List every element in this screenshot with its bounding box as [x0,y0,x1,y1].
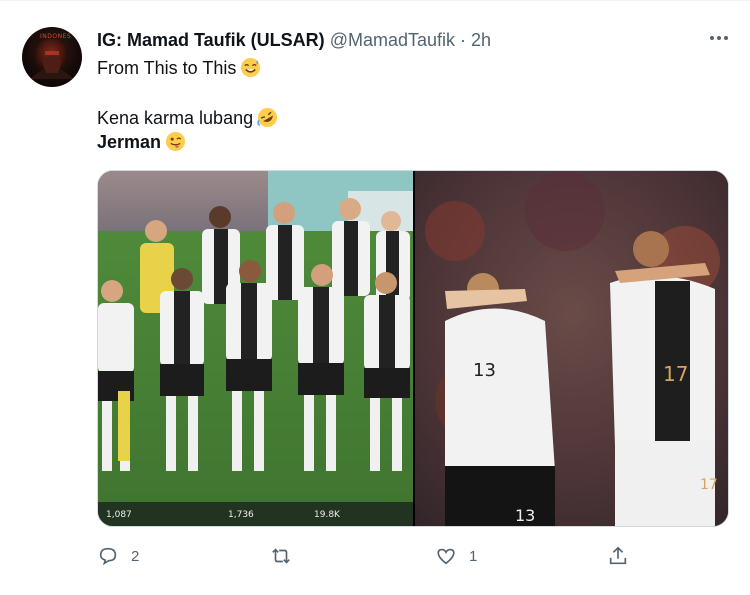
separator-dot: · [460,30,467,50]
avatar[interactable]: INDONES [22,27,82,87]
reply-button[interactable]: 2 [97,543,139,569]
tweet-actions: 2 1 [0,543,750,569]
reply-count: 2 [131,547,140,565]
svg-text:13: 13 [515,506,535,525]
players-photo-art: 13 13 17 17 [415,171,728,526]
share-button[interactable] [607,543,629,569]
team-photo-art [98,171,413,526]
embedded-reply-count: 1,087 [106,510,132,520]
wink-tongue-emoji-icon [166,131,186,152]
embedded-stats-bar: 1,087 1,736 19.8K [98,502,413,526]
tweet-text-line-1: From This to This [97,57,261,79]
tweet-line-text: Jerman [97,132,162,152]
retweet-button[interactable] [270,543,304,569]
tweet-header: IG: Mamad Taufik (ULSAR) @MamadTaufik · … [97,29,491,51]
more-dots-icon [710,36,728,40]
heart-icon [437,548,455,565]
tweet-card[interactable]: INDONES IG: Mamad Taufik (ULSAR) @MamadT… [0,0,750,595]
tweet-text-line-2: Kena karma lubang [97,107,278,129]
team-photo[interactable]: 1,087 1,736 19.8K [98,171,413,526]
rofl-emoji-icon [257,107,278,128]
author-handle[interactable]: @MamadTaufik [330,30,455,50]
embedded-retweet-count: 1,736 [228,510,254,520]
media-grid[interactable]: 1,087 1,736 19.8K 13 13 17 17 [97,170,729,527]
like-count: 1 [469,547,478,565]
tweet-line-text: From This to This [97,58,237,78]
reply-icon [99,547,117,566]
tweet-text-line-3: Jerman [97,131,186,153]
avatar-art [30,51,74,79]
tweet-line-text: Kena karma lubang [97,108,254,128]
like-button[interactable]: 1 [435,543,477,569]
embedded-like-count: 19.8K [314,510,340,520]
svg-text:17: 17 [700,477,718,493]
retweet-icon [272,548,290,564]
timestamp[interactable]: 2h [471,30,491,50]
more-options-button[interactable] [706,25,732,51]
author-name[interactable]: IG: Mamad Taufik (ULSAR) [97,30,325,50]
share-icon [609,546,627,565]
players-covering-faces-photo[interactable]: 13 13 17 17 [415,171,728,526]
svg-text:17: 17 [663,362,688,386]
sweat-smile-emoji-icon [241,57,261,78]
svg-text:13: 13 [473,360,496,381]
